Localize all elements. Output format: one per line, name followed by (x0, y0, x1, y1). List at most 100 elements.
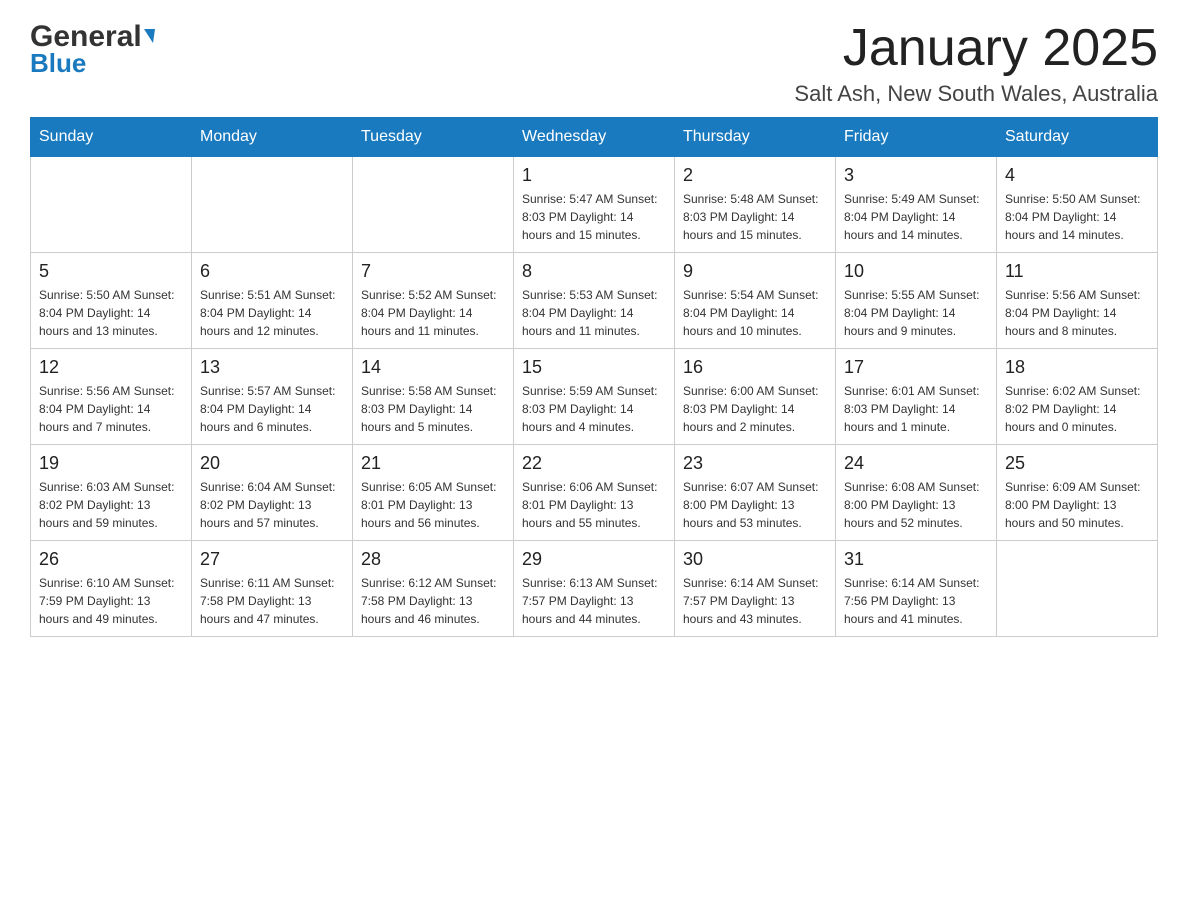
day-info: Sunrise: 6:11 AM Sunset: 7:58 PM Dayligh… (200, 574, 344, 628)
day-number: 5 (39, 261, 183, 282)
calendar-table: Sunday Monday Tuesday Wednesday Thursday… (30, 117, 1158, 637)
logo: General Blue (30, 20, 155, 79)
day-info: Sunrise: 5:57 AM Sunset: 8:04 PM Dayligh… (200, 382, 344, 436)
day-number: 12 (39, 357, 183, 378)
calendar-cell-w3-d1: 12 Sunrise: 5:56 AM Sunset: 8:04 PM Dayli… (31, 349, 192, 445)
day-number: 11 (1005, 261, 1149, 282)
page-header: General Blue January 2025 Salt Ash, New … (30, 20, 1158, 107)
calendar-cell-w3-d5: 16 Sunrise: 6:00 AM Sunset: 8:03 PM Dayli… (675, 349, 836, 445)
day-number: 2 (683, 165, 827, 186)
day-number: 22 (522, 453, 666, 474)
day-number: 21 (361, 453, 505, 474)
col-wednesday: Wednesday (514, 118, 675, 157)
day-number: 20 (200, 453, 344, 474)
day-number: 14 (361, 357, 505, 378)
day-number: 4 (1005, 165, 1149, 186)
calendar-cell-w4-d6: 24Sunrise: 6:08 AM Sunset: 8:00 PM Dayli… (836, 445, 997, 541)
calendar-cell-w5-d2: 27 Sunrise: 6:11 AM Sunset: 7:58 PM Dayli… (192, 541, 353, 637)
calendar-cell-w1-d1 (31, 157, 192, 253)
calendar-cell-w5-d7 (997, 541, 1158, 637)
day-info: Sunrise: 6:12 AM Sunset: 7:58 PM Dayligh… (361, 574, 505, 628)
calendar-cell-w2-d5: 9 Sunrise: 5:54 AM Sunset: 8:04 PM Daylig… (675, 253, 836, 349)
day-number: 3 (844, 165, 988, 186)
day-info: Sunrise: 5:56 AM Sunset: 8:04 PM Dayligh… (1005, 286, 1149, 340)
day-number: 1 (522, 165, 666, 186)
calendar-cell-w4-d7: 25 Sunrise: 6:09 AM Sunset: 8:00 PM Dayli… (997, 445, 1158, 541)
day-number: 26 (39, 549, 183, 570)
day-number: 29 (522, 549, 666, 570)
day-info: Sunrise: 5:47 AM Sunset: 8:03 PM Dayligh… (522, 190, 666, 244)
col-saturday: Saturday (997, 118, 1158, 157)
calendar-cell-w3-d7: 18 Sunrise: 6:02 AM Sunset: 8:02 PM Dayli… (997, 349, 1158, 445)
calendar-week-1: 1 Sunrise: 5:47 AM Sunset: 8:03 PM Daylig… (31, 157, 1158, 253)
calendar-cell-w1-d6: 3 Sunrise: 5:49 AM Sunset: 8:04 PM Daylig… (836, 157, 997, 253)
day-info: Sunrise: 6:09 AM Sunset: 8:00 PM Dayligh… (1005, 478, 1149, 532)
day-info: Sunrise: 5:49 AM Sunset: 8:04 PM Dayligh… (844, 190, 988, 244)
day-info: Sunrise: 5:58 AM Sunset: 8:03 PM Dayligh… (361, 382, 505, 436)
day-number: 17 (844, 357, 988, 378)
col-monday: Monday (192, 118, 353, 157)
calendar-week-5: 26Sunrise: 6:10 AM Sunset: 7:59 PM Dayli… (31, 541, 1158, 637)
day-number: 15 (522, 357, 666, 378)
day-info: Sunrise: 5:50 AM Sunset: 8:04 PM Dayligh… (1005, 190, 1149, 244)
day-info: Sunrise: 5:56 AM Sunset: 8:04 PM Dayligh… (39, 382, 183, 436)
day-info: Sunrise: 5:59 AM Sunset: 8:03 PM Dayligh… (522, 382, 666, 436)
day-number: 16 (683, 357, 827, 378)
day-number: 30 (683, 549, 827, 570)
calendar-cell-w2-d6: 10 Sunrise: 5:55 AM Sunset: 8:04 PM Dayli… (836, 253, 997, 349)
day-info: Sunrise: 6:02 AM Sunset: 8:02 PM Dayligh… (1005, 382, 1149, 436)
day-info: Sunrise: 5:50 AM Sunset: 8:04 PM Dayligh… (39, 286, 183, 340)
day-info: Sunrise: 5:48 AM Sunset: 8:03 PM Dayligh… (683, 190, 827, 244)
day-number: 13 (200, 357, 344, 378)
day-number: 25 (1005, 453, 1149, 474)
calendar-cell-w5-d3: 28 Sunrise: 6:12 AM Sunset: 7:58 PM Dayli… (353, 541, 514, 637)
day-info: Sunrise: 6:01 AM Sunset: 8:03 PM Dayligh… (844, 382, 988, 436)
day-number: 24 (844, 453, 988, 474)
month-title: January 2025 (794, 20, 1158, 77)
day-info: Sunrise: 5:55 AM Sunset: 8:04 PM Dayligh… (844, 286, 988, 340)
col-tuesday: Tuesday (353, 118, 514, 157)
col-thursday: Thursday (675, 118, 836, 157)
calendar-cell-w1-d2 (192, 157, 353, 253)
day-info: Sunrise: 6:00 AM Sunset: 8:03 PM Dayligh… (683, 382, 827, 436)
day-number: 31 (844, 549, 988, 570)
day-number: 9 (683, 261, 827, 282)
day-info: Sunrise: 5:54 AM Sunset: 8:04 PM Dayligh… (683, 286, 827, 340)
calendar-cell-w4-d3: 21 Sunrise: 6:05 AM Sunset: 8:01 PM Dayli… (353, 445, 514, 541)
calendar-cell-w3-d3: 14 Sunrise: 5:58 AM Sunset: 8:03 PM Dayli… (353, 349, 514, 445)
calendar-cell-w2-d1: 5 Sunrise: 5:50 AM Sunset: 8:04 PM Daylig… (31, 253, 192, 349)
calendar-cell-w2-d3: 7Sunrise: 5:52 AM Sunset: 8:04 PM Daylig… (353, 253, 514, 349)
logo-blue-text: Blue (30, 48, 86, 79)
calendar-header-row: Sunday Monday Tuesday Wednesday Thursday… (31, 118, 1158, 157)
col-friday: Friday (836, 118, 997, 157)
day-number: 6 (200, 261, 344, 282)
calendar-cell-w2-d7: 11 Sunrise: 5:56 AM Sunset: 8:04 PM Dayli… (997, 253, 1158, 349)
day-info: Sunrise: 6:03 AM Sunset: 8:02 PM Dayligh… (39, 478, 183, 532)
calendar-cell-w1-d4: 1 Sunrise: 5:47 AM Sunset: 8:03 PM Daylig… (514, 157, 675, 253)
day-number: 18 (1005, 357, 1149, 378)
day-number: 10 (844, 261, 988, 282)
calendar-cell-w3-d6: 17 Sunrise: 6:01 AM Sunset: 8:03 PM Dayli… (836, 349, 997, 445)
day-info: Sunrise: 6:04 AM Sunset: 8:02 PM Dayligh… (200, 478, 344, 532)
calendar-body: 1 Sunrise: 5:47 AM Sunset: 8:03 PM Daylig… (31, 157, 1158, 637)
day-info: Sunrise: 6:05 AM Sunset: 8:01 PM Dayligh… (361, 478, 505, 532)
day-number: 23 (683, 453, 827, 474)
day-number: 7 (361, 261, 505, 282)
day-number: 27 (200, 549, 344, 570)
calendar-cell-w1-d7: 4 Sunrise: 5:50 AM Sunset: 8:04 PM Daylig… (997, 157, 1158, 253)
calendar-week-3: 12 Sunrise: 5:56 AM Sunset: 8:04 PM Dayli… (31, 349, 1158, 445)
calendar-cell-w5-d4: 29 Sunrise: 6:13 AM Sunset: 7:57 PM Dayli… (514, 541, 675, 637)
day-info: Sunrise: 6:13 AM Sunset: 7:57 PM Dayligh… (522, 574, 666, 628)
calendar-cell-w5-d5: 30Sunrise: 6:14 AM Sunset: 7:57 PM Dayli… (675, 541, 836, 637)
day-info: Sunrise: 6:07 AM Sunset: 8:00 PM Dayligh… (683, 478, 827, 532)
calendar-cell-w1-d3 (353, 157, 514, 253)
location-subtitle: Salt Ash, New South Wales, Australia (794, 81, 1158, 107)
day-number: 28 (361, 549, 505, 570)
day-number: 8 (522, 261, 666, 282)
title-section: January 2025 Salt Ash, New South Wales, … (794, 20, 1158, 107)
calendar-cell-w3-d2: 13 Sunrise: 5:57 AM Sunset: 8:04 PM Dayli… (192, 349, 353, 445)
logo-arrow-icon (144, 29, 155, 43)
calendar-cell-w3-d4: 15 Sunrise: 5:59 AM Sunset: 8:03 PM Dayli… (514, 349, 675, 445)
col-sunday: Sunday (31, 118, 192, 157)
calendar-cell-w4-d4: 22Sunrise: 6:06 AM Sunset: 8:01 PM Dayli… (514, 445, 675, 541)
